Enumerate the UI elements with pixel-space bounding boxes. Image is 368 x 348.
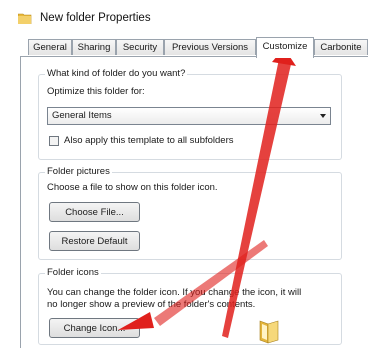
choose-file-button[interactable]: Choose File... (49, 202, 140, 222)
tab-carbonite[interactable]: Carbonite (314, 39, 368, 55)
tab-strip: General Sharing Security Previous Versio… (20, 37, 368, 58)
restore-default-button[interactable]: Restore Default (49, 231, 140, 251)
folder-icons-description-line1: You can change the folder icon. If you c… (47, 287, 302, 298)
window-title: New folder Properties (40, 12, 151, 24)
folder-icons-description-line2: no longer show a preview of the folder's… (47, 299, 256, 310)
tab-general[interactable]: General (28, 39, 72, 55)
chevron-down-icon (320, 114, 326, 118)
folder-icon (18, 13, 32, 24)
folder-icons-group-label: Folder icons (45, 267, 101, 278)
change-icon-button[interactable]: Change Icon... (49, 318, 140, 338)
optimize-label: Optimize this folder for: (47, 86, 145, 97)
tab-customize[interactable]: Customize (256, 37, 314, 58)
folder-type-selected: General Items (52, 110, 112, 121)
tab-security[interactable]: Security (116, 39, 164, 55)
apply-subfolders-checkbox[interactable] (49, 136, 59, 146)
tab-previous-versions[interactable]: Previous Versions (164, 39, 256, 55)
folder-icon (259, 320, 279, 344)
folder-pictures-description: Choose a file to show on this folder ico… (47, 182, 218, 193)
apply-subfolders-label: Also apply this template to all subfolde… (64, 135, 234, 146)
title-bar: New folder Properties (0, 0, 368, 34)
folder-type-select[interactable]: General Items (47, 107, 331, 125)
tab-sharing[interactable]: Sharing (72, 39, 116, 55)
folder-pictures-group-label: Folder pictures (45, 166, 112, 177)
folder-type-group-label: What kind of folder do you want? (45, 68, 188, 79)
